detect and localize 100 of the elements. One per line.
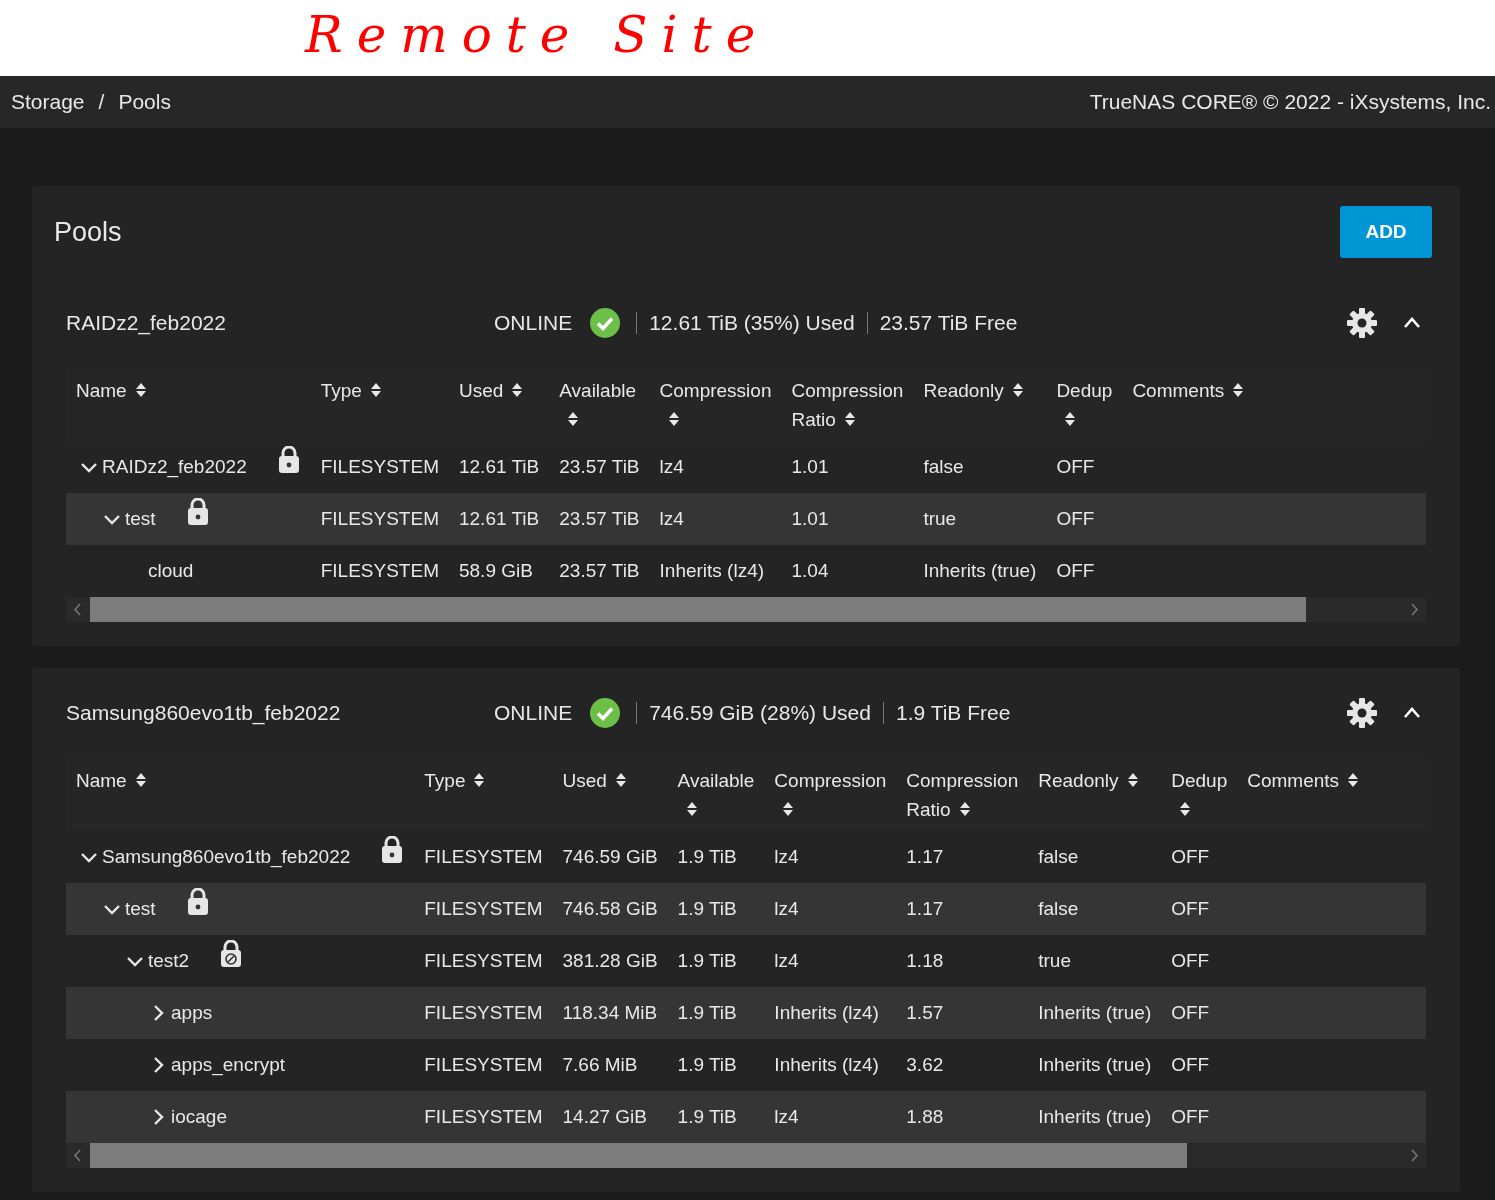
padlock-blocked-icon [219,940,244,968]
dataset-name: cloud [148,558,194,583]
table-cell: 1.04 [781,545,914,597]
table-cell: 12.61 TiB [448,493,550,545]
table-cell: false [1028,831,1162,883]
table-cell: OFF [1046,545,1123,597]
check-circle-icon [590,308,621,338]
sort-icon [1126,772,1139,788]
sort-icon [1011,382,1024,398]
table-cell: 1.9 TiB [667,987,765,1039]
pool-name: RAIDz2_feb2022 [66,310,227,337]
table-cell: FILESYSTEM [414,935,553,987]
table-cell: OFF [1161,831,1238,883]
table-cell: 12.61 TiB [448,441,550,493]
table-cell: 1.18 [896,935,1029,987]
sort-icon [369,382,382,398]
table-cell: 1.88 [896,1091,1029,1143]
dataset-name: test [125,896,156,921]
table-cell: lz4 [649,493,782,545]
table-cell: FILESYSTEM [310,545,449,597]
padlock-icon [185,498,210,526]
table-cell: OFF [1161,935,1238,987]
padlock-icon [185,888,210,916]
table-cell: false [1028,883,1162,935]
table-cell: FILESYSTEM [414,883,553,935]
pool-free: 23.57 TiB Free [879,310,1018,337]
table-cell: FILESYSTEM [414,1039,553,1091]
padlock-icon [276,446,301,474]
settings-button[interactable] [1346,697,1378,729]
table-cell: 1.9 TiB [667,883,765,935]
table-cell: Inherits (lz4) [764,987,897,1039]
table-cell: Inherits (true) [1028,1039,1162,1091]
table-cell: 746.58 GiB [552,883,668,935]
copyright-text: TrueNAS CORE® © 2022 - iXsystems, Inc. [1089,89,1491,116]
dataset-name: iocage [171,1104,227,1129]
dataset-name: test2 [148,948,190,973]
table-cell: 14.27 GiB [552,1091,668,1143]
pool-used: 12.61 TiB (35%) Used [649,310,855,337]
table-cell: lz4 [764,883,897,935]
table-cell: true [1028,935,1162,987]
table-cell: OFF [1161,1091,1238,1143]
padlock-icon [380,836,405,864]
table-cell: 23.57 TiB [549,441,650,493]
sort-icon [614,772,627,788]
table-cell: 23.57 TiB [549,493,650,545]
table-cell: FILESYSTEM [414,1091,553,1143]
sort-icon [667,411,680,427]
dataset-name: test [125,506,156,531]
breadcrumb-item: Pools [118,89,171,116]
horizontal-scrollbar[interactable] [66,597,1426,622]
breadcrumb-item[interactable]: Storage [11,86,85,118]
sort-icon [843,411,856,427]
table-cell: 1.17 [896,831,1029,883]
settings-button[interactable] [1346,307,1378,339]
sort-icon [134,382,147,398]
sort-icon [473,772,486,788]
table-cell: true [913,493,1047,545]
dataset-name: apps [171,1000,213,1025]
sort-icon [685,801,698,817]
table-cell: 1.9 TiB [667,1091,765,1143]
table-cell: FILESYSTEM [414,987,553,1039]
sort-icon [782,801,795,817]
table-cell: 1.01 [781,493,914,545]
table-cell: OFF [1161,1039,1238,1091]
sort-icon [1232,382,1245,398]
sort-icon [134,772,147,788]
table-cell: 1.9 TiB [667,1039,765,1091]
sort-icon [1064,411,1077,427]
table-cell: lz4 [649,441,782,493]
table-cell: Inherits (true) [913,545,1047,597]
breadcrumb-separator: / [98,89,105,116]
sort-icon [1347,772,1360,788]
table-cell: OFF [1161,987,1238,1039]
table-cell: FILESYSTEM [310,493,449,545]
table-cell: lz4 [764,935,897,987]
table-cell: FILESYSTEM [414,831,553,883]
table-cell: Inherits (lz4) [649,545,782,597]
table-cell: 1.01 [781,441,914,493]
table-cell: 7.66 MiB [552,1039,668,1091]
pool-name: Samsung860evo1tb_feb2022 [66,700,342,727]
table-cell: 23.57 TiB [549,545,650,597]
table-cell: Inherits (lz4) [764,1039,897,1091]
dataset-name: RAIDz2_feb2022 [102,454,247,480]
table-cell: 1.57 [896,987,1029,1039]
horizontal-scrollbar[interactable] [66,1143,1426,1168]
table-cell: false [913,441,1047,493]
pool-used: 746.59 GiB (28%) Used [649,700,871,727]
table-cell: lz4 [764,1091,897,1143]
dataset-name: apps_encrypt [171,1052,286,1078]
sort-icon [511,382,524,398]
table-cell: Inherits (true) [1028,987,1162,1039]
dataset-name: Samsung860evo1tb_feb2022 [102,844,351,870]
handwritten-annotation: Remote Site [305,5,770,66]
table-cell: Inherits (true) [1028,1091,1162,1143]
table-cell: 1.17 [896,883,1029,935]
sort-icon [958,801,971,817]
pool-status: ONLINE [494,700,573,727]
table-cell: OFF [1161,883,1238,935]
sort-icon [567,411,580,427]
table-cell: 3.62 [896,1039,1029,1091]
